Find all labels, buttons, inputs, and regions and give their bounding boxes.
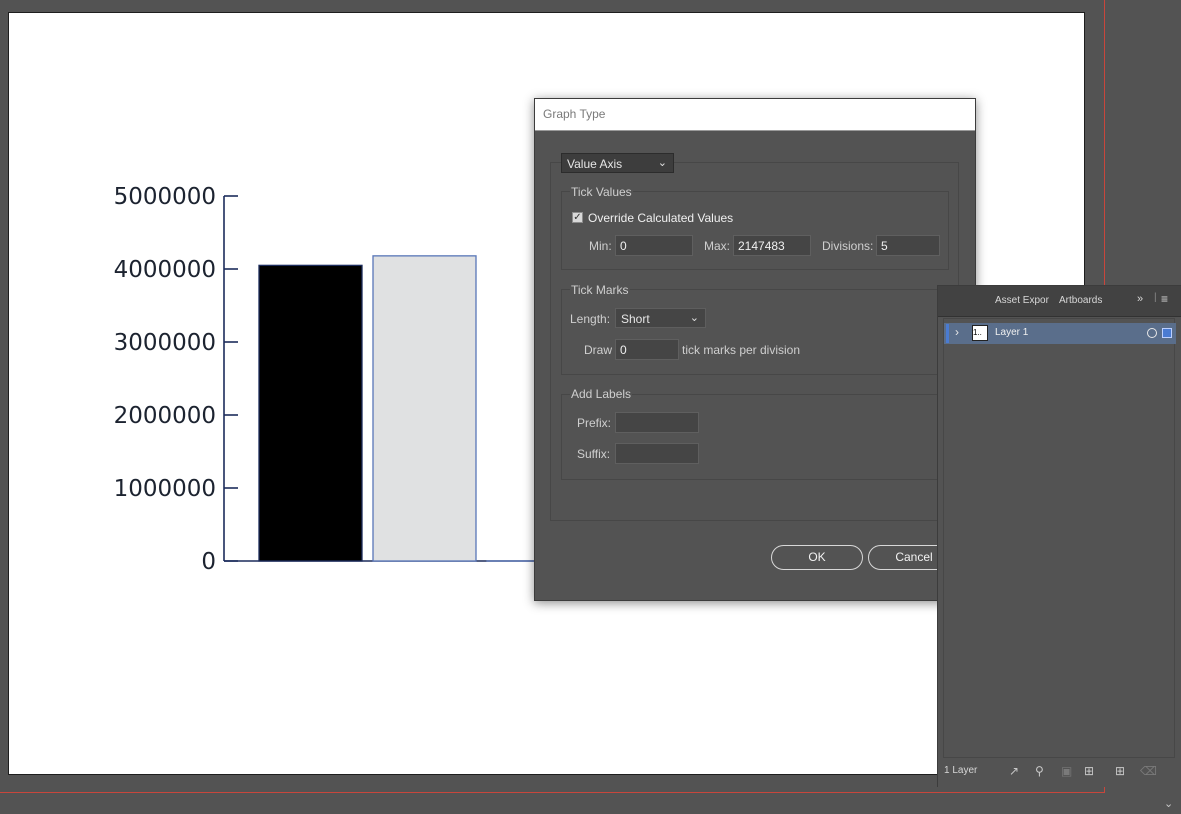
y-tick-label: 2000000	[114, 403, 216, 429]
length-label: Length:	[570, 312, 611, 326]
layer-count: 1 Layer	[944, 765, 978, 776]
tick-marks-group	[561, 289, 949, 375]
tick-marks-title: Tick Marks	[570, 283, 630, 297]
layer-name[interactable]: Layer 1	[995, 327, 1028, 338]
target-circle-icon[interactable]	[1147, 328, 1157, 338]
max-label: Max:	[704, 239, 731, 253]
override-label: Override Calculated Values	[588, 211, 734, 225]
layers-footer: 1 Layer ↗ ⚲ ▣ ⊞ ⊞ ⌫	[938, 758, 1181, 786]
y-tick-label: 5000000	[114, 184, 216, 210]
panel-menu-icon[interactable]: ≡	[1161, 292, 1168, 306]
prefix-field[interactable]	[615, 412, 699, 433]
new-layer-icon[interactable]: ⊞	[1115, 764, 1125, 778]
draw-label: Draw	[584, 343, 613, 357]
graph-type-dialog: Graph Type Value Axis ⌄ Tick Values ✓ Ov…	[534, 98, 976, 601]
divisions-field[interactable]: 5	[876, 235, 940, 256]
override-checkbox[interactable]: ✓	[572, 212, 583, 223]
prefix-label: Prefix:	[577, 416, 612, 430]
selection-square-icon[interactable]	[1162, 328, 1172, 338]
layer-row[interactable]: › 1.. Layer 1	[944, 323, 1176, 344]
axis-select[interactable]: Value Axis ⌄	[561, 153, 674, 173]
clipping-mask-icon[interactable]: ⊞	[1084, 764, 1094, 778]
length-select[interactable]: Short ⌄	[615, 308, 706, 328]
bar-2[interactable]	[372, 255, 477, 562]
panel-expand-icon[interactable]: »	[1137, 293, 1143, 305]
ok-button[interactable]: OK	[771, 545, 863, 570]
search-icon[interactable]: ⚲	[1035, 764, 1044, 778]
suffix-field[interactable]	[615, 443, 699, 464]
scroll-down-icon[interactable]: ⌄	[1164, 797, 1173, 810]
dialog-title: Graph Type	[543, 107, 606, 121]
add-labels-title: Add Labels	[570, 387, 633, 401]
min-field[interactable]: 0	[615, 235, 693, 256]
artboard-guide-horizontal	[0, 792, 1105, 793]
bar-1[interactable]	[258, 264, 363, 562]
layer-color-indicator	[946, 324, 949, 343]
length-select-value: Short	[621, 312, 650, 326]
chevron-down-icon: ⌄	[657, 157, 667, 169]
y-tick-label: 4000000	[114, 257, 216, 283]
min-label: Min:	[589, 239, 612, 253]
layers-list: › 1.. Layer 1	[943, 318, 1176, 758]
add-labels-group	[561, 394, 949, 480]
divisions-label: Divisions:	[822, 239, 874, 253]
layers-panel: Asset Expor Artboards » | ≡ › 1.. Layer …	[937, 285, 1181, 787]
divider: |	[1154, 292, 1157, 303]
suffix-label: Suffix:	[577, 447, 611, 461]
y-tick-label: 0	[201, 549, 216, 575]
axis-select-value: Value Axis	[567, 157, 623, 171]
per-division-label: tick marks per division	[682, 343, 801, 357]
collect-icon[interactable]: ▣	[1061, 764, 1072, 778]
panel-tabbar: Asset Expor Artboards » | ≡	[938, 286, 1181, 317]
expand-arrow-icon[interactable]: ›	[955, 325, 959, 339]
tab-asset-export[interactable]: Asset Expor	[995, 295, 1049, 306]
dialog-titlebar[interactable]: Graph Type	[535, 99, 975, 131]
trash-icon[interactable]: ⌫	[1140, 764, 1157, 778]
tick-values-title: Tick Values	[570, 185, 633, 199]
tab-artboards[interactable]: Artboards	[1059, 295, 1102, 306]
chevron-down-icon: ⌄	[689, 312, 699, 324]
y-tick-label: 1000000	[114, 476, 216, 502]
draw-field[interactable]: 0	[615, 339, 679, 360]
max-field[interactable]: 2147483	[733, 235, 811, 256]
tick-values-group	[561, 191, 949, 270]
y-tick-label: 3000000	[114, 330, 216, 356]
layer-thumbnail: 1..	[972, 325, 988, 341]
layer-thumbnail-text: 1..	[973, 328, 982, 337]
export-icon[interactable]: ↗	[1009, 764, 1019, 778]
